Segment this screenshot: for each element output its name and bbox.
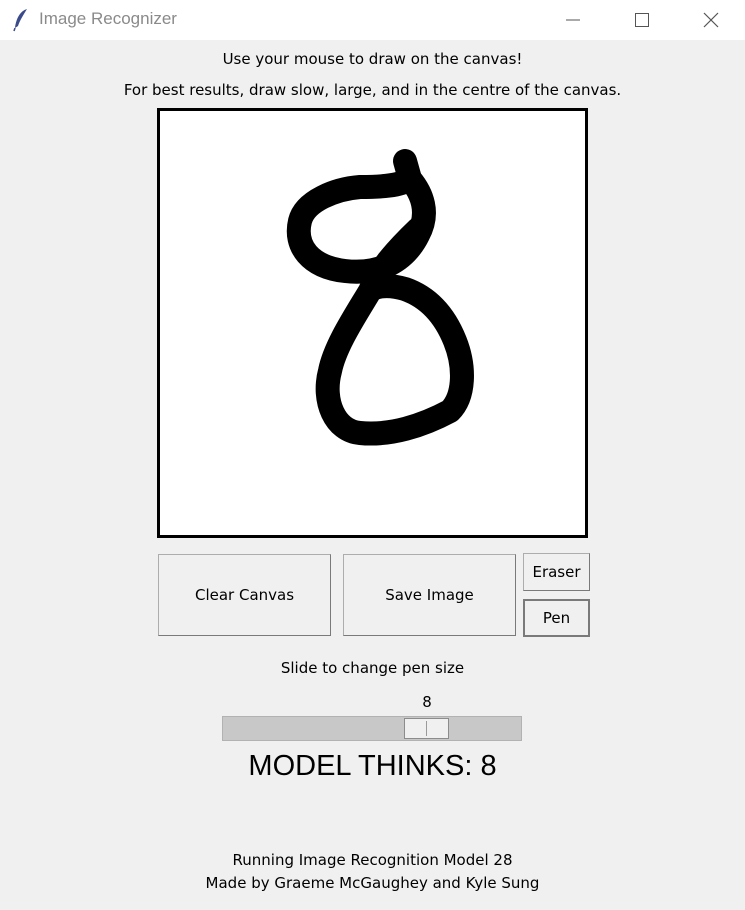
save-image-button[interactable]: Save Image xyxy=(343,554,516,636)
pen-size-value: 8 xyxy=(422,693,432,711)
clear-canvas-button[interactable]: Clear Canvas xyxy=(158,554,331,636)
pen-button[interactable]: Pen xyxy=(523,599,590,637)
drawing-canvas[interactable] xyxy=(157,108,588,538)
minimize-button[interactable] xyxy=(538,0,608,40)
title-bar: Image Recognizer xyxy=(0,0,745,40)
pen-size-slider-thumb[interactable] xyxy=(404,718,449,739)
drawn-digit-stroke xyxy=(286,149,474,446)
instruction-line-2: For best results, draw slow, large, and … xyxy=(123,81,622,99)
pen-size-slider-track[interactable] xyxy=(222,716,522,741)
maximize-button[interactable] xyxy=(607,0,677,40)
maximize-icon xyxy=(635,13,649,27)
pen-size-label: Slide to change pen size xyxy=(280,659,465,677)
minimize-icon xyxy=(566,19,580,21)
instruction-line-1: Use your mouse to draw on the canvas! xyxy=(222,50,523,68)
close-button[interactable] xyxy=(676,0,745,40)
prediction-text: MODEL THINKS: 8 xyxy=(248,750,497,782)
model-info-text: Running Image Recognition Model 28 xyxy=(232,851,513,869)
feather-icon xyxy=(12,8,32,32)
close-icon xyxy=(703,12,719,28)
window-title: Image Recognizer xyxy=(39,9,177,28)
credits-text: Made by Graeme McGaughey and Kyle Sung xyxy=(205,874,540,892)
eraser-button[interactable]: Eraser xyxy=(523,553,590,591)
thumb-grip xyxy=(426,721,427,736)
